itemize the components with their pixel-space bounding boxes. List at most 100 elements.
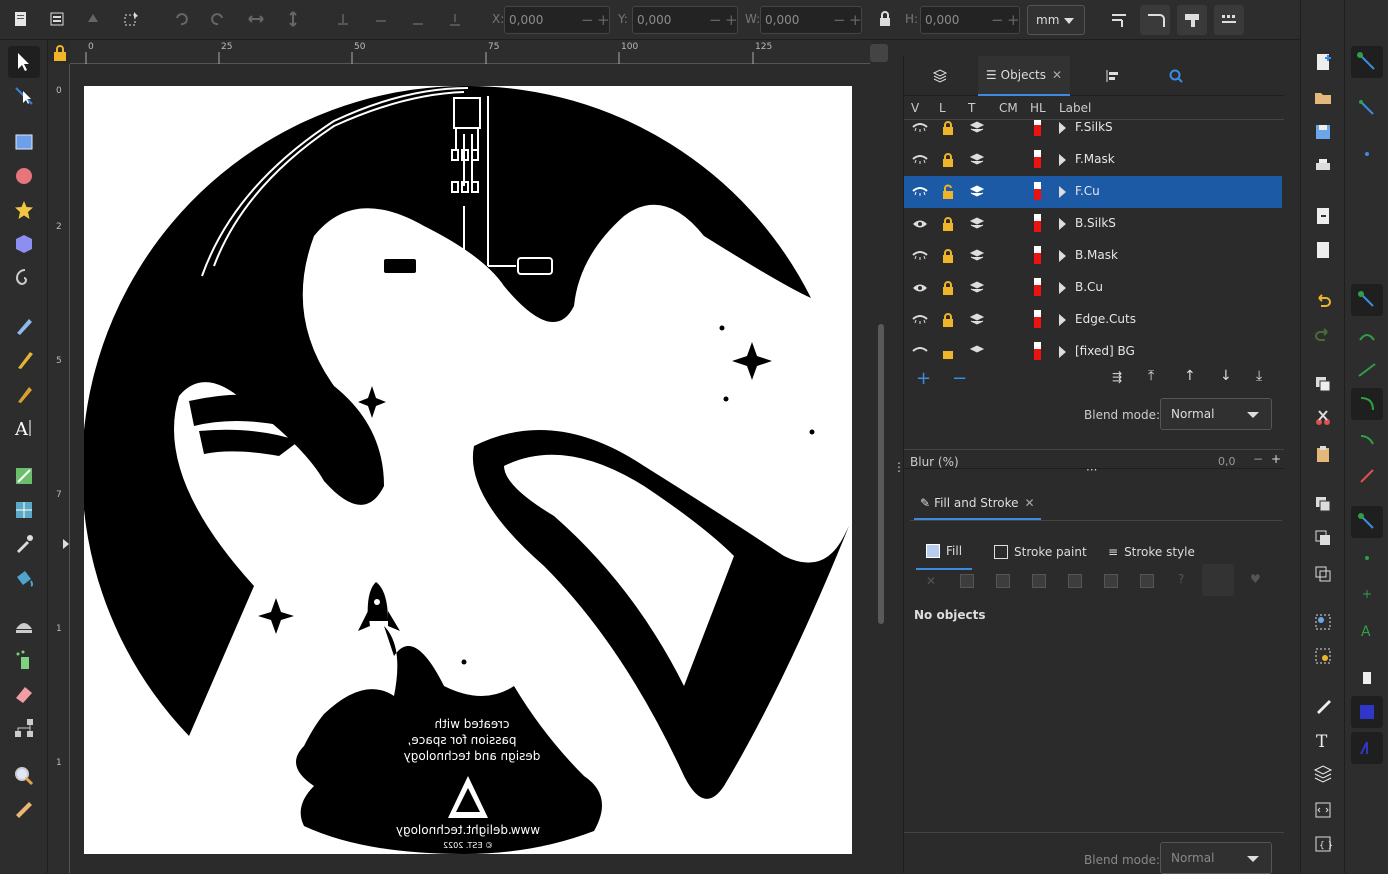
close-icon[interactable]: ✕ — [1052, 68, 1062, 82]
tab-fill[interactable]: Fill — [916, 534, 973, 570]
unlink-clone-icon[interactable] — [1313, 564, 1333, 584]
layer-label[interactable]: B.Mask — [1075, 248, 1118, 262]
highlight-color-swatch[interactable] — [1034, 120, 1041, 136]
highlight-color-swatch[interactable] — [1034, 310, 1041, 328]
column-locked[interactable]: L — [939, 101, 946, 115]
scale-corners-icon[interactable] — [1140, 5, 1170, 35]
snap-center-icon[interactable] — [1351, 542, 1383, 574]
lock-icon[interactable] — [940, 120, 956, 136]
radial-gradient-icon[interactable] — [1032, 574, 1046, 588]
save-icon[interactable] — [1313, 122, 1333, 142]
artwork[interactable]: created with passion for space, design a… — [81, 85, 852, 854]
y-plus[interactable]: + — [725, 11, 738, 29]
expand-triangle-icon[interactable] — [1059, 346, 1066, 358]
snap-grid-icon[interactable] — [1351, 696, 1383, 728]
unit-select[interactable]: mm — [1027, 5, 1085, 35]
w-field[interactable]: 0,000 − + — [760, 6, 862, 34]
star-tool-icon[interactable] — [8, 194, 40, 226]
blend-mode-select[interactable]: Normal — [1160, 398, 1272, 430]
eye-closed-icon[interactable] — [912, 344, 928, 360]
h-field[interactable]: 0,000 − + — [920, 6, 1020, 34]
drag-handle-icon[interactable]: ··· — [1086, 463, 1097, 477]
layer-label[interactable]: F.SilkS — [1075, 120, 1113, 134]
flip-horizontal-icon[interactable] — [243, 6, 269, 32]
objects-tree[interactable]: F.SilkS F.Mask F.Cu B.SilkS B.Mask B.Cu … — [904, 120, 1284, 360]
duplicate-icon[interactable] — [1313, 494, 1333, 514]
tab-layers[interactable] — [904, 56, 976, 96]
layer-row[interactable]: B.Cu — [904, 272, 1282, 304]
document-page[interactable]: created with passion for space, design a… — [81, 85, 852, 854]
layer-row[interactable]: Edge.Cuts — [904, 304, 1282, 336]
canvas-area[interactable]: 0 25 50 75 100 125 0 2 5 7 1 1 created w… — [48, 40, 893, 873]
vertical-ruler[interactable]: 0 2 5 7 1 1 — [48, 64, 70, 873]
text-tool-icon[interactable]: A — [8, 412, 40, 444]
unset-paint-icon[interactable]: ? — [1178, 572, 1184, 586]
blur-value[interactable]: 0,0 — [1218, 455, 1236, 468]
paint-bucket-tool-icon[interactable] — [8, 562, 40, 594]
eye-open-icon[interactable] — [912, 216, 928, 232]
clone-icon[interactable] — [1313, 528, 1333, 548]
gradient-tool-icon[interactable] — [8, 460, 40, 492]
lock-guides-icon[interactable] — [52, 44, 68, 62]
touch-select-icon[interactable] — [118, 6, 144, 32]
select-all-icon[interactable] — [8, 6, 34, 32]
lock-ratio-icon[interactable] — [872, 6, 898, 32]
node-tool-icon[interactable] — [8, 80, 40, 112]
column-type[interactable]: T — [968, 101, 975, 115]
rotate-cw-icon[interactable] — [205, 6, 231, 32]
horizontal-ruler[interactable]: 0 25 50 75 100 125 — [70, 40, 870, 64]
highlight-color-swatch[interactable] — [1034, 278, 1041, 296]
unlock-icon[interactable] — [940, 184, 956, 200]
tab-fill-and-stroke[interactable]: ✎ Fill and Stroke ✕ — [914, 488, 1041, 520]
linear-gradient-icon[interactable] — [996, 574, 1010, 588]
mesh-tool-icon[interactable] — [8, 494, 40, 526]
snap-nodes-icon[interactable] — [1351, 284, 1383, 316]
snap-bbox-icon[interactable] — [1351, 92, 1383, 124]
group-icon[interactable] — [1313, 612, 1333, 632]
ungroup-icon[interactable] — [1313, 646, 1333, 666]
w-plus[interactable]: + — [849, 11, 862, 29]
y-minus[interactable]: − — [709, 11, 722, 29]
rectangle-tool-icon[interactable] — [8, 126, 40, 158]
snap-guide-icon[interactable] — [1351, 732, 1383, 764]
snap-rotation-center-icon[interactable] — [1351, 578, 1383, 610]
layer-row[interactable]: B.SilkS — [904, 208, 1282, 240]
connector-tool-icon[interactable] — [8, 712, 40, 744]
layer-label[interactable]: B.Cu — [1075, 280, 1103, 294]
eraser-tool-icon[interactable] — [8, 678, 40, 710]
highlight-color-swatch[interactable] — [1034, 182, 1041, 200]
snap-text-baseline-icon[interactable]: A — [1351, 614, 1383, 646]
expand-triangle-icon[interactable] — [1059, 250, 1066, 262]
raise-to-top-icon[interactable]: ⤒ — [1148, 368, 1154, 384]
layer-label[interactable]: [fixed] BG — [1075, 344, 1135, 358]
snap-bbox-edge-icon[interactable] — [1351, 138, 1383, 170]
y-field[interactable]: 0,000 − + — [632, 6, 738, 34]
highlight-color-swatch[interactable] — [1034, 342, 1041, 360]
lock-icon[interactable] — [940, 344, 956, 360]
raise-icon[interactable] — [368, 6, 394, 32]
x-minus[interactable]: − — [581, 11, 594, 29]
expand-triangle-icon[interactable] — [1059, 186, 1066, 198]
column-visible[interactable]: V — [911, 101, 919, 115]
raise-to-top-icon[interactable] — [330, 6, 356, 32]
redo-icon[interactable] — [1313, 324, 1333, 344]
rotate-ccw-icon[interactable] — [168, 6, 194, 32]
paste-icon[interactable] — [1313, 444, 1333, 464]
highlight-color-swatch[interactable] — [1034, 214, 1041, 232]
lower-icon[interactable]: ↓ — [1220, 368, 1232, 384]
layer-label[interactable]: F.Cu — [1075, 184, 1100, 198]
move-gradients-icon[interactable] — [1177, 5, 1207, 35]
w-minus[interactable]: − — [833, 11, 846, 29]
expand-triangle-icon[interactable] — [1059, 218, 1066, 230]
tweak-tool-icon[interactable] — [8, 610, 40, 642]
h-minus[interactable]: − — [991, 11, 1004, 29]
lower-to-bottom-icon[interactable] — [442, 6, 468, 32]
x-field[interactable]: 0,000 − + — [504, 6, 610, 34]
layer-row[interactable]: F.SilkS — [904, 120, 1282, 144]
scale-stroke-icon[interactable] — [1104, 5, 1134, 35]
pencil-tool-icon[interactable] — [8, 310, 40, 342]
flip-vertical-icon[interactable] — [280, 6, 306, 32]
lock-icon[interactable] — [940, 280, 956, 296]
layer-label[interactable]: B.SilkS — [1075, 216, 1116, 230]
layer-row[interactable]: F.Mask — [904, 144, 1282, 176]
